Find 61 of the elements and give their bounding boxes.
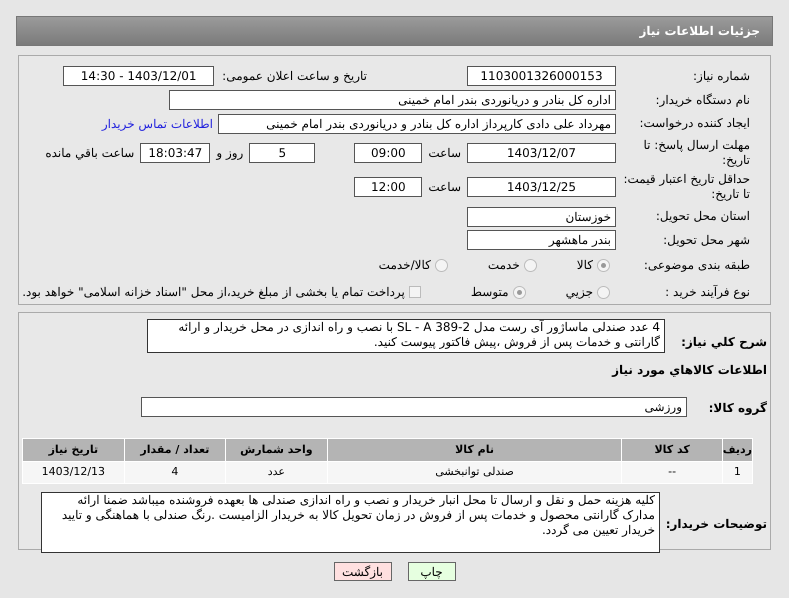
validity-time-field: 12:00 bbox=[354, 177, 422, 198]
field-label: ساعت bbox=[428, 144, 461, 162]
requester-field: مهرداد علی دادی کارپرداز اداره کل بنادر و دریانوردی بندر امام خمینی bbox=[218, 114, 616, 134]
validity-date-field: 1403/12/25 bbox=[467, 177, 616, 198]
checkbox[interactable] bbox=[408, 286, 421, 298]
notes-field: کلیه هزینه حمل و نقل و ارسال تا محل انبار خریدار و نصب و راه اندازی صندلی ها بعهده فروشنده میباشد ضمنا ارائه مدارک گارانتی محصول و خدمات پس از فروش در زمان تحویل کالا به خریدار الزامیست .رنگ صندلی با هماهنگی و تایید خریدار تعیین می گردد. bbox=[41, 492, 660, 553]
city-field: بندر ماهشهر bbox=[467, 230, 616, 250]
deadline-date-field: 1403/12/07 bbox=[467, 142, 616, 163]
print-button[interactable]: چاپ bbox=[408, 562, 456, 581]
column-header: ردیف bbox=[722, 438, 752, 462]
province-field: خوزستان bbox=[467, 206, 616, 227]
column-header: کد کالا bbox=[622, 438, 722, 462]
field-label: شماره نیاز: bbox=[692, 68, 750, 84]
table-cell: صندلی توانبخشی bbox=[327, 462, 622, 484]
deadline-time-field: 09:00 bbox=[354, 142, 422, 163]
column-header: تاریخ نیاز bbox=[22, 438, 124, 462]
back-button[interactable]: بازگشت bbox=[334, 562, 392, 581]
table-cell: 4 bbox=[124, 462, 226, 484]
days-field: 5 bbox=[249, 142, 316, 163]
field-label: استان محل تحویل: bbox=[654, 209, 750, 224]
field-label: توضیحات خریدار: bbox=[666, 516, 767, 530]
column-header: تعداد / مقدار bbox=[124, 438, 226, 462]
field-label: شرح کلي نياز: bbox=[681, 335, 767, 349]
buyer-org-field: اداره کل بنادر و دریانوردی بندر امام خمینی bbox=[169, 90, 616, 110]
section-title: اطلاعات کالاهاي مورد نياز bbox=[612, 362, 767, 379]
radio-button[interactable] bbox=[512, 286, 526, 299]
description-field: 4 عدد صندلی ماساژور آی رست مدل SL - A 389-2 با نصب و راه اندازی در محل خریدار و ارائه گارانتی و خدمات پس از فروش ،پیش فاکتور پیوست کنید. bbox=[147, 319, 665, 353]
field-label: مهلت ارسال پاسخ: تا تاریخ: bbox=[642, 138, 750, 168]
table-cell: 1 bbox=[722, 462, 752, 484]
radio-button[interactable] bbox=[597, 258, 610, 272]
field-label: روز و bbox=[216, 144, 244, 162]
field-label: نام دستگاه خریدار: bbox=[654, 92, 750, 108]
column-header: واحد شمارش bbox=[226, 438, 328, 462]
field-label: طبقه بندی موضوعی: bbox=[642, 258, 750, 273]
table-cell: -- bbox=[622, 462, 722, 484]
table-cell: عدد bbox=[226, 462, 328, 484]
field-label: گروه کالا: bbox=[708, 401, 767, 415]
contact-link[interactable]: اطلاعات تماس خریدار bbox=[102, 114, 213, 133]
radio-button[interactable] bbox=[524, 258, 537, 272]
field-label: تاریخ و ساعت اعلان عمومی: bbox=[222, 68, 367, 86]
table-cell: 1403/12/13 bbox=[22, 462, 124, 484]
radio-label: متوسط bbox=[470, 284, 509, 302]
radio-label: کالا/خدمت bbox=[378, 257, 431, 274]
radio-label: کالا bbox=[576, 257, 593, 274]
radio-label: جزیي bbox=[566, 284, 593, 302]
field-label: شهر محل تحویل: bbox=[662, 232, 750, 248]
page-title: جزئیات اطلاعات نیاز bbox=[639, 23, 760, 40]
remaining-time-field: 18:03:47 bbox=[140, 142, 210, 163]
goods-group-field: ورزشی bbox=[141, 397, 687, 417]
need-number-field: 1103001326000153 bbox=[467, 66, 616, 86]
field-label: نوع فرآیند خرید : bbox=[664, 284, 750, 300]
field-label: حداقل تاریخ اعتبار قیمت: تا تاریخ: bbox=[622, 172, 750, 202]
radio-button[interactable] bbox=[434, 258, 448, 272]
payment-note: پرداخت تمام یا بخشی از مبلغ خرید،از محل "اسناد خزانه اسلامی" خواهد بود. bbox=[22, 284, 405, 302]
radio-label: خدمت bbox=[488, 257, 520, 274]
field-label: ساعت bbox=[428, 179, 461, 196]
field-label: ساعت باقي مانده bbox=[45, 144, 134, 162]
announce-date-field: 1403/12/01 - 14:30 bbox=[63, 66, 214, 86]
column-header: نام کالا bbox=[327, 438, 622, 462]
radio-button[interactable] bbox=[597, 286, 610, 299]
field-label: ایجاد کننده درخواست: bbox=[638, 116, 750, 132]
